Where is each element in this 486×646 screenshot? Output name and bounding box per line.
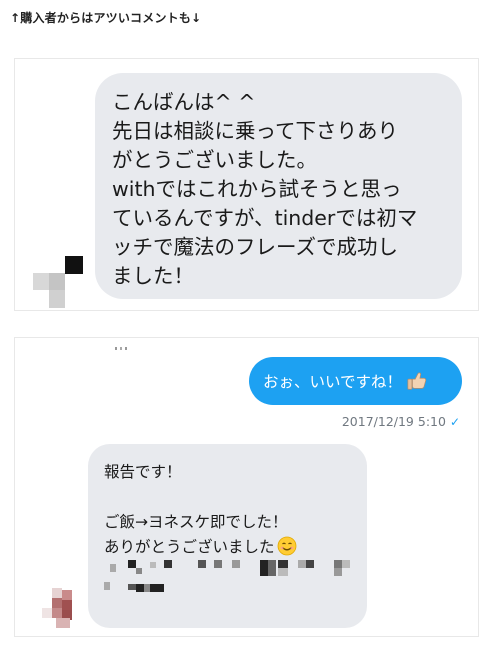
message-line: ました！	[112, 264, 194, 288]
cropped-artifact	[115, 336, 145, 350]
message-line: 先日は相談に乗って下さりあり	[112, 119, 398, 143]
sent-message-bubble: おぉ、いいですね！	[249, 357, 462, 405]
conversation-card-1: こんばんは^ ^ 先日は相談に乗って下さりあり がとうございました。 withで…	[14, 58, 479, 311]
message-line: ているんですが、tinderでは初マ	[112, 206, 418, 230]
thumbs-up-icon	[406, 370, 428, 392]
timestamp-text: 2017/12/19 5:10	[341, 414, 446, 429]
received-message-bubble: こんばんは^ ^ 先日は相談に乗って下さりあり がとうございました。 withで…	[95, 73, 462, 299]
message-line: ッチで魔法のフレーズで成功し	[112, 235, 398, 259]
message-timestamp: 2017/12/19 5:10 ✓	[342, 414, 460, 429]
blurred-avatar	[33, 256, 83, 308]
redacted-text-mosaic	[88, 444, 367, 628]
blurred-avatar	[42, 588, 82, 628]
screenshot-collage: ↑購入者からはアツいコメントも↓ こんばんは^ ^ 先日は相談に乗って下さりあり…	[0, 0, 486, 646]
sent-message-text: おぉ、いいですね！	[263, 373, 403, 391]
message-line: withではこれから試そうと思っ	[112, 177, 402, 201]
message-line: こんばんは^ ^	[112, 90, 256, 114]
received-message-bubble: 報告です！ ご飯→ヨネスケ即でした！ ありがとうございました	[88, 444, 367, 628]
check-icon: ✓	[449, 415, 460, 429]
conversation-card-2: おぉ、いいですね！ 2017/12/19 5:10 ✓ 報告です！ ご飯→ヨネスケ…	[14, 337, 479, 637]
message-line: がとうございました。	[112, 148, 317, 172]
page-heading: ↑購入者からはアツいコメントも↓	[10, 11, 202, 25]
